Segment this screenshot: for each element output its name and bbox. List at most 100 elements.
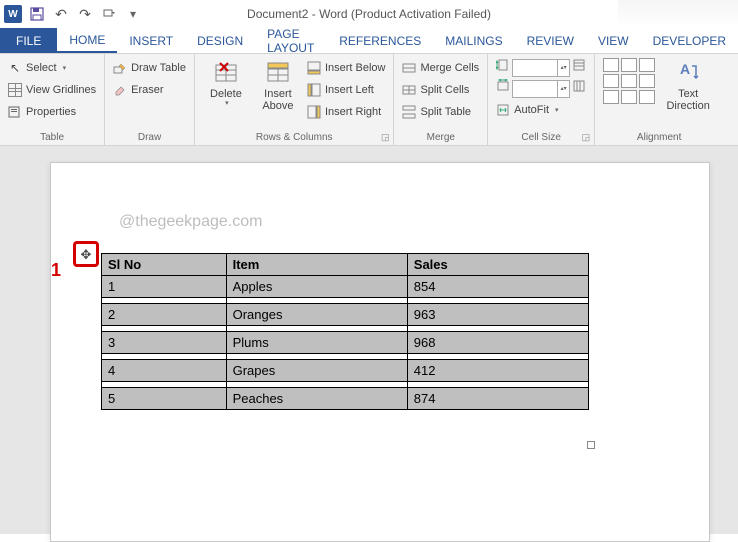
table-resize-handle[interactable] [587,441,595,449]
insert-below-button[interactable]: Insert Below [307,58,386,78]
cursor-icon: ↖ [8,61,22,75]
text-direction-label: Text Direction [661,88,715,112]
view-gridlines-label: View Gridlines [26,84,96,96]
tab-home[interactable]: HOME [57,28,117,53]
ribbon: ↖Select▾ View Gridlines Properties Table… [0,54,738,146]
table-cell[interactable]: Plums [226,332,407,354]
table-cell[interactable]: Oranges [226,304,407,326]
alignment-grid [603,58,655,104]
distribute-rows-icon[interactable] [572,58,586,77]
split-table-icon [402,105,416,119]
tab-references[interactable]: REFERENCES [327,28,433,53]
draw-table-button[interactable]: Draw Table [113,58,186,78]
delete-button[interactable]: Delete▾ [203,58,249,108]
table-cell[interactable]: 854 [407,276,588,298]
autofit-icon [496,103,510,117]
group-merge: Merge Cells Split Cells Split Table Merg… [394,54,488,145]
data-table[interactable]: Sl No Item Sales 1Apples8542Oranges9633P… [101,253,589,410]
align-bottom-left[interactable] [603,90,619,104]
svg-text:A: A [680,61,690,77]
table-cell[interactable]: 1 [102,276,227,298]
save-icon[interactable] [28,5,46,23]
table-cell[interactable]: Grapes [226,360,407,382]
table-cell[interactable]: 874 [407,388,588,410]
draw-table-label: Draw Table [131,62,186,74]
dialog-launcher-icon[interactable]: ◲ [381,132,390,143]
tab-file[interactable]: FILE [0,28,57,53]
table-row[interactable]: 4Grapes412 [102,360,589,382]
table-cell[interactable]: Peaches [226,388,407,410]
table-cell[interactable]: 5 [102,388,227,410]
merge-cells-button[interactable]: Merge Cells [402,58,479,78]
dialog-launcher-icon[interactable]: ◲ [582,132,591,143]
height-input[interactable]: ▴▾ [512,59,570,77]
table-cell[interactable]: 968 [407,332,588,354]
autofit-button[interactable]: AutoFit▾ [496,100,586,120]
group-merge-label: Merge [402,132,479,143]
group-cell-size: ▴▾ ▴▾ AutoFit▾ Cell Size◲ [488,54,595,145]
group-alignment-label: Alignment [603,132,715,143]
table-move-handle-icon[interactable]: ✥ [81,248,92,261]
distribute-cols-icon[interactable] [572,79,586,98]
eraser-button[interactable]: Eraser [113,80,186,100]
tab-design[interactable]: DESIGN [185,28,255,53]
align-bottom-center[interactable] [621,90,637,104]
col-header[interactable]: Sales [407,254,588,276]
col-header[interactable]: Item [226,254,407,276]
table-cell[interactable]: 4 [102,360,227,382]
text-direction-button[interactable]: A Text Direction [661,58,715,112]
align-middle-center[interactable] [621,74,637,88]
autofit-label: AutoFit [514,104,549,116]
table-cell[interactable]: 3 [102,332,227,354]
spinner-arrows-icon[interactable]: ▴▾ [557,60,569,76]
align-middle-right[interactable] [639,74,655,88]
table-row[interactable]: 5Peaches874 [102,388,589,410]
word-app-icon: W [4,5,22,23]
align-top-left[interactable] [603,58,619,72]
table-row[interactable]: 3Plums968 [102,332,589,354]
align-top-center[interactable] [621,58,637,72]
properties-button[interactable]: Properties [8,102,96,122]
tab-developer[interactable]: DEVELOPER [641,28,738,53]
qat-customize-icon[interactable] [100,5,118,23]
insert-above-label: Insert Above [255,88,301,112]
table-cell[interactable]: 412 [407,360,588,382]
tab-page-layout[interactable]: PAGE LAYOUT [255,28,327,53]
table-cell[interactable]: 963 [407,304,588,326]
annotation-box: ✥ [73,241,99,267]
tab-mailings[interactable]: MAILINGS [433,28,514,53]
insert-left-button[interactable]: Insert Left [307,80,386,100]
tab-view[interactable]: VIEW [586,28,641,53]
annotation-number: 1 [51,260,61,281]
table-cell[interactable]: 2 [102,304,227,326]
merge-cells-icon [402,61,416,75]
tab-insert[interactable]: INSERT [117,28,185,53]
split-cells-icon [402,83,416,97]
col-header[interactable]: Sl No [102,254,227,276]
select-label: Select [26,62,57,74]
qat-dropdown-icon[interactable]: ▾ [124,5,142,23]
document-page[interactable]: @thegeekpage.com 1 ✥ Sl No Item Sales 1A… [50,162,710,542]
insert-right-icon [307,105,321,119]
split-cells-button[interactable]: Split Cells [402,80,479,100]
view-gridlines-button[interactable]: View Gridlines [8,80,96,100]
undo-button[interactable]: ↶ [52,5,70,23]
select-button[interactable]: ↖ Select ▾ [8,58,96,78]
chevron-down-icon: ▾ [63,64,67,72]
width-input[interactable]: ▴▾ [512,80,570,98]
tab-review[interactable]: REVIEW [515,28,586,53]
align-bottom-right[interactable] [639,90,655,104]
insert-above-button[interactable]: Insert Above [255,58,301,112]
delete-label: Delete [210,88,242,100]
align-top-right[interactable] [639,58,655,72]
table-header-row[interactable]: Sl No Item Sales [102,254,589,276]
spinner-arrows-icon[interactable]: ▴▾ [557,81,569,97]
table-row[interactable]: 1Apples854 [102,276,589,298]
split-table-button[interactable]: Split Table [402,102,479,122]
table-row[interactable]: 2Oranges963 [102,304,589,326]
redo-button[interactable]: ↷ [76,5,94,23]
insert-right-button[interactable]: Insert Right [307,102,386,122]
row-height-icon [496,58,510,77]
align-middle-left[interactable] [603,74,619,88]
table-cell[interactable]: Apples [226,276,407,298]
